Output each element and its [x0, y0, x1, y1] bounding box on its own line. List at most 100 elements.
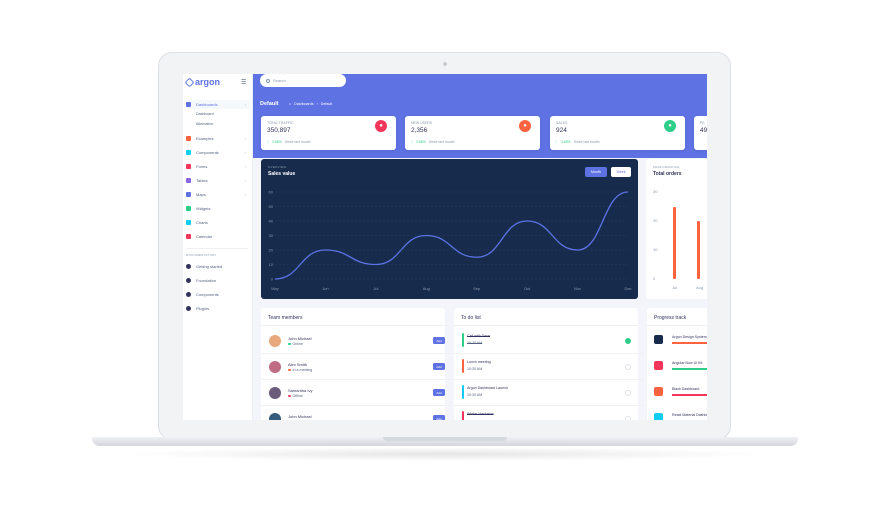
doc-item-components[interactable]: Components [186, 290, 250, 299]
x-tick-label: Sep [473, 286, 481, 291]
add-member-button[interactable]: Add [433, 337, 445, 344]
doc-item-plugins[interactable]: Plugins [186, 304, 250, 313]
sidebar-item-charts[interactable]: Charts [186, 218, 250, 227]
progress-item[interactable]: Argon Design System [654, 332, 707, 356]
stat-icon: ● [519, 120, 531, 132]
todo-title: Call with Dave [467, 334, 490, 338]
project-title: Angular Now UI Kit [672, 361, 703, 365]
todo-item[interactable]: Lunch meeting 10:30 AM [462, 358, 632, 380]
sidebar-item-widgets[interactable]: Widgets [186, 204, 250, 213]
progress-item[interactable]: Black Dashboard [654, 384, 707, 408]
todo-title: Argon Dashboard Launch [467, 386, 508, 390]
member-name[interactable]: John Michael [288, 336, 312, 341]
todo-color-bar [462, 359, 464, 373]
y-tick-label: 0 [653, 276, 656, 281]
widgets-icon [186, 206, 191, 211]
sidebar-item-examples[interactable]: Examples › [186, 134, 250, 143]
divider [186, 248, 248, 249]
search-icon [266, 78, 270, 83]
y-tick-label: 30 [269, 233, 274, 238]
charts-icon [186, 220, 191, 225]
doc-item-getting-started[interactable]: Getting started [186, 262, 250, 271]
todo-item[interactable]: Winter Hackaton [462, 410, 632, 420]
progress-item[interactable]: Angular Now UI Kit [654, 358, 707, 382]
order-bar[interactable] [673, 206, 676, 279]
stat-label: PE [700, 121, 705, 125]
sidebar-item-maps[interactable]: Maps › [186, 190, 250, 199]
x-tick-label: May [271, 286, 279, 291]
doc-icon [186, 306, 191, 311]
sidebar-item-forms[interactable]: Forms › [186, 162, 250, 171]
todo-checkbox[interactable] [625, 390, 631, 396]
stat-trend: ↑ 3.48% Since last month [267, 140, 311, 144]
doc-icon [186, 278, 191, 283]
x-tick-label: Oct [524, 286, 531, 291]
stat-since: Since last month [428, 140, 455, 144]
breadcrumb-separator: › [316, 102, 318, 106]
x-tick-label: Jul [672, 285, 678, 290]
sidebar-item-tables[interactable]: Tables › [186, 176, 250, 185]
sidebar-subitem[interactable]: Dashboard [196, 112, 214, 116]
project-logo-icon [654, 335, 663, 344]
x-tick-label: Dec [624, 286, 631, 291]
sidebar-item-label: Forms [196, 164, 208, 169]
avatar[interactable] [269, 413, 281, 420]
stat-icon: ● [375, 120, 387, 132]
divider [647, 325, 707, 326]
sidebar-subitem[interactable]: Alternative [196, 122, 213, 126]
avatar[interactable] [269, 335, 281, 347]
dashboards-icon [186, 102, 191, 107]
doc-item-label: Foundation [196, 278, 217, 283]
stat-trend: ↑ 3.48% Since last month [411, 140, 455, 144]
laptop-shadow [120, 447, 770, 461]
webcam [443, 62, 447, 66]
order-bar[interactable] [697, 221, 700, 279]
divider [454, 353, 644, 354]
breadcrumb: ⌂ Dashboards › Default [289, 102, 332, 106]
sidebar-item-calendar[interactable]: Calendar [186, 232, 250, 241]
add-member-button[interactable]: Add [433, 389, 445, 396]
status-dot [288, 394, 291, 398]
project-logo-icon [654, 387, 663, 396]
stat-card[interactable]: SALES 924 ● ↑ 3.48% Since last month [550, 116, 685, 150]
stat-card[interactable]: TOTAL TRAFFIC 350,897 ● ↑ 3.48% Since last mo… [261, 116, 396, 150]
orders-title: Total orders [653, 171, 682, 177]
member-name[interactable]: Alex Smith [288, 362, 307, 367]
sidebar-item-label: Charts [196, 220, 208, 225]
sidebar-item-label: Examples [196, 136, 214, 141]
member-name[interactable]: John Michael [288, 414, 312, 419]
sidebar-item-dashboards[interactable]: Dashboards › [186, 100, 250, 109]
breadcrumb-dashboards[interactable]: Dashboards [294, 102, 313, 106]
stat-card[interactable]: NEW USERS 2,356 ● ↑ 3.48% Since last month [405, 116, 540, 150]
stat-value: 924 [556, 127, 567, 134]
avatar[interactable] [269, 361, 281, 373]
sidenav-toggle-icon[interactable]: ☰ [241, 79, 246, 86]
examples-icon [186, 136, 191, 141]
sidebar-item-components[interactable]: Components › [186, 148, 250, 157]
todo-checkbox[interactable] [625, 338, 631, 344]
todo-item[interactable]: Argon Dashboard Launch 10:30 AM [462, 384, 632, 406]
sidebar-item-label: Widgets [196, 206, 211, 211]
sidebar-item-label: Calendar [196, 234, 213, 239]
home-icon[interactable]: ⌂ [289, 102, 291, 106]
brand-logo[interactable]: argon [184, 77, 220, 87]
todo-checkbox[interactable] [625, 416, 631, 420]
avatar[interactable] [269, 387, 281, 399]
stat-trend: ↑ 3.48% Since last month [556, 140, 600, 144]
chevron-right-icon: › [244, 164, 246, 169]
progress-fill [672, 368, 707, 370]
progress-item[interactable]: React Material Dashboard [654, 410, 707, 420]
member-name[interactable]: Samantha Ivy [288, 388, 312, 393]
sales-line-chart: 0 10 20 30 40 50 60 May Jun Jul Aug Sep Oct Nov Dec [269, 190, 632, 292]
todo-title: To do list [461, 315, 481, 321]
todo-item[interactable]: Call with Dave 10:30 AM [462, 332, 632, 354]
add-member-button[interactable]: Add [433, 415, 445, 420]
todo-checkbox[interactable] [625, 364, 631, 370]
add-member-button[interactable]: Add [433, 363, 445, 370]
divider [261, 353, 451, 354]
stat-card[interactable]: PE49● [694, 116, 707, 150]
project-title: Argon Design System [672, 335, 707, 339]
search-input[interactable]: Search [260, 74, 346, 87]
x-tick-label: Jun [322, 286, 328, 291]
doc-item-foundation[interactable]: Foundation [186, 276, 250, 285]
